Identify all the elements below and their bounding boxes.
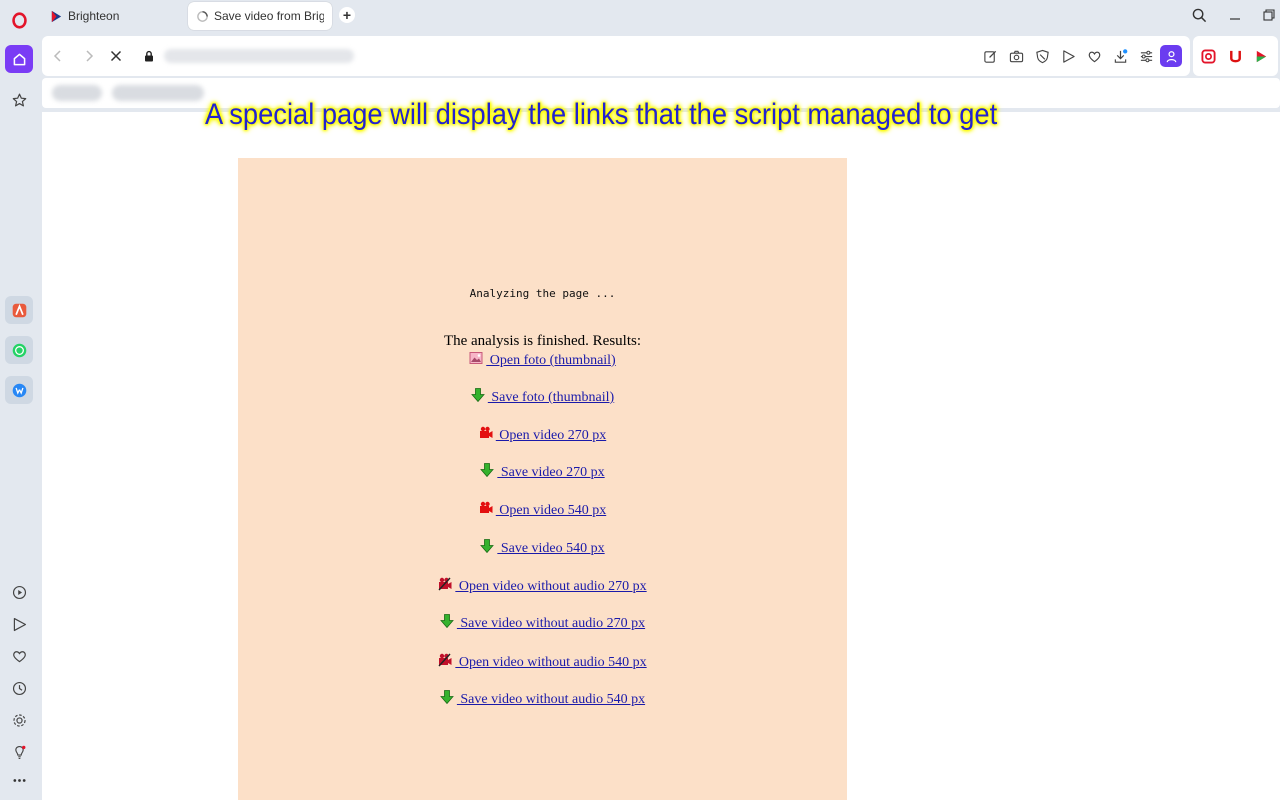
open-video-no-audio-540-link[interactable]: Open video without audio 540 px [438,653,647,670]
page-content: A special page will display the links th… [42,98,1280,800]
search-tabs-icon[interactable] [1188,5,1210,25]
results-panel: Analyzing the page ... The analysis is f… [238,158,847,800]
link-label: Save video 540 px [497,541,605,556]
stop-loading-icon[interactable] [106,46,126,66]
download-icon[interactable] [1110,46,1130,66]
link-label: Save video without audio 540 px [456,692,646,707]
tab-brighteon[interactable]: Brighteon [42,2,182,30]
tab-strip: Brighteon Save video from Brighteon + [38,0,1280,34]
analyzing-status: Analyzing the page ... [469,287,616,300]
bookmark-item-blurred[interactable] [112,85,204,101]
link-row: Save video 540 px [238,539,847,557]
open-video-540-link[interactable]: Open video 540 px [479,501,607,518]
sidebar [0,0,38,800]
link-row: Open video 540 px [238,501,847,519]
link-row: Open foto (thumbnail) [238,351,847,369]
link-label: Open video 270 px [495,428,607,443]
snapshot-camera-icon[interactable] [1006,46,1026,66]
flow-send-icon[interactable] [1058,46,1078,66]
bookmark-item-blurred[interactable] [52,85,102,101]
ad-block-shield-icon[interactable] [1032,46,1052,66]
save-video-540-link[interactable]: Save video 540 px [480,539,605,556]
link-label: Open video without audio 270 px [455,579,647,594]
tab-label: Brighteon [68,9,120,23]
link-row: Save foto (thumbnail) [238,388,847,406]
save-video-270-link[interactable]: Save video 270 px [480,463,605,480]
link-label: Save foto (thumbnail) [487,390,615,405]
back-icon[interactable] [48,46,68,66]
whatsapp-icon[interactable] [5,336,33,364]
link-label: Open video 540 px [495,503,607,518]
save-foto-thumbnail-link[interactable]: Save foto (thumbnail) [470,388,615,405]
extensions-bar [1193,36,1278,76]
lightbulb-tips-icon[interactable] [5,738,33,766]
video-camera-icon [479,501,493,513]
open-video-270-link[interactable]: Open video 270 px [479,426,607,443]
link-label: Open foto (thumbnail) [486,353,616,368]
bookmarks-star-icon[interactable] [5,86,33,114]
extension-play-green-icon[interactable] [1251,46,1271,66]
open-video-no-audio-270-link[interactable]: Open video without audio 270 px [438,577,647,594]
loading-spinner-icon [197,10,208,22]
lock-icon[interactable] [139,46,159,66]
link-row: Open video without audio 270 px [238,577,847,595]
link-row: Open video without audio 540 px [238,653,847,671]
forward-icon[interactable] [79,46,99,66]
tab-label: Save video from Brighteon [214,9,324,23]
image-icon [469,352,483,364]
vk-icon[interactable] [5,376,33,404]
link-label: Open video without audio 540 px [455,655,647,670]
settings-gear-icon[interactable] [5,706,33,734]
download-arrow-icon [440,690,454,704]
flow-send-icon[interactable] [5,610,33,638]
heart-icon[interactable] [1084,46,1104,66]
extension-red-square-icon[interactable] [1198,46,1218,66]
video-camera-icon [479,426,493,438]
download-arrow-icon [480,539,495,553]
save-video-no-audio-540-link[interactable]: Save video without audio 540 px [440,690,646,707]
link-label: Save video 270 px [497,465,605,480]
minimize-icon[interactable] [1224,5,1246,25]
profile-avatar-icon[interactable] [1160,45,1182,67]
brighteon-favicon-icon [51,10,62,22]
url-field-blurred[interactable] [164,49,354,63]
save-video-no-audio-270-link[interactable]: Save video without audio 270 px [440,614,646,631]
open-foto-thumbnail-link[interactable]: Open foto (thumbnail) [469,352,616,368]
link-row: Save video without audio 270 px [238,614,847,632]
download-arrow-icon [440,614,454,628]
link-row: Save video without audio 540 px [238,690,847,708]
tab-save-video[interactable]: Save video from Brighteon [188,2,332,30]
download-arrow-icon [470,388,485,402]
home-icon[interactable] [5,45,33,73]
heart-icon[interactable] [5,642,33,670]
link-row: Open video 270 px [238,426,847,444]
address-bar [42,36,1190,76]
download-arrow-icon [480,463,495,477]
link-label: Save video without audio 270 px [456,616,646,631]
results-title: The analysis is finished. Results: [443,333,642,349]
edit-pencil-icon[interactable] [980,46,1000,66]
overlay-caption: A special page will display the links th… [205,98,998,131]
link-row: Save video 270 px [238,463,847,481]
extension-u-icon[interactable] [1225,46,1245,66]
more-dots-icon[interactable] [5,766,33,794]
video-camera-muted-icon [438,653,452,667]
new-tab-button[interactable]: + [339,7,355,23]
easy-setup-sliders-icon[interactable] [1136,46,1156,66]
video-camera-muted-icon [438,577,452,591]
player-icon[interactable] [5,578,33,606]
restore-window-icon[interactable] [1258,5,1280,25]
aria-ai-icon[interactable] [5,296,33,324]
history-clock-icon[interactable] [5,674,33,702]
opera-logo-icon[interactable] [5,6,33,34]
